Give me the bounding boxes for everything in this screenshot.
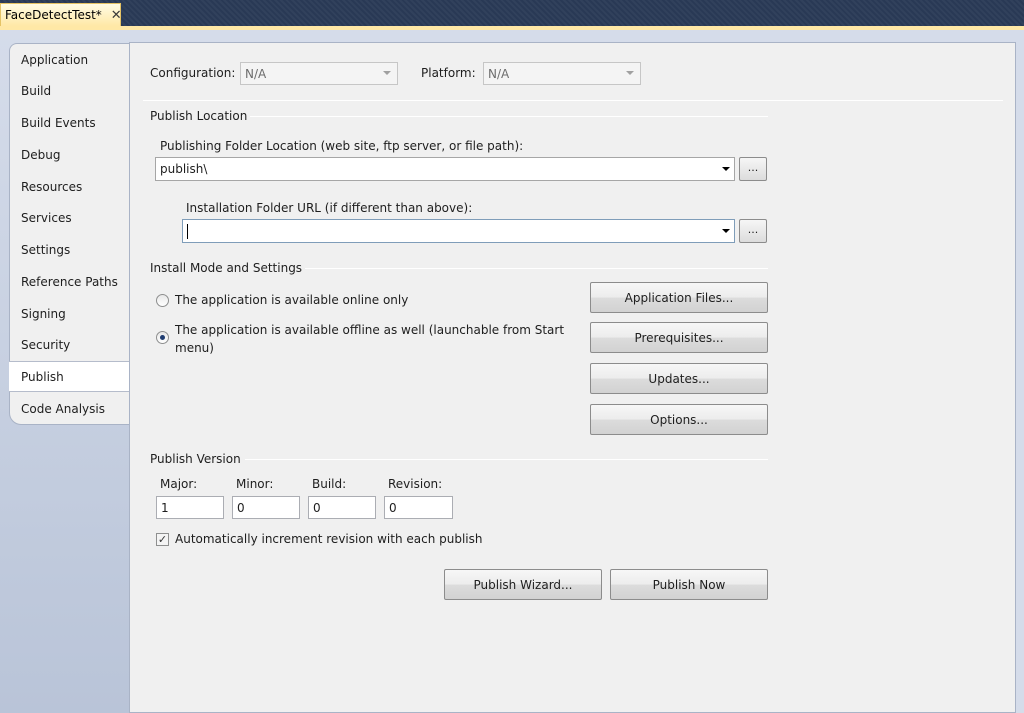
sidebar-item-debug[interactable]: Debug <box>9 139 132 170</box>
sidebar-item-label: Resources <box>21 179 83 194</box>
configuration-value: N/A <box>245 66 267 81</box>
build-value: 0 <box>313 500 321 515</box>
sidebar-item-build-events[interactable]: Build Events <box>9 107 132 138</box>
major-label: Major: <box>160 477 198 491</box>
revision-value: 0 <box>389 500 397 515</box>
platform-label: Platform: <box>421 66 476 80</box>
installation-folder-input[interactable] <box>182 219 735 243</box>
sidebar-item-settings[interactable]: Settings <box>9 234 132 265</box>
major-value: 1 <box>161 500 169 515</box>
publish-location-title: Publish Location <box>150 109 248 123</box>
sidebar-item-label: Security <box>21 337 71 352</box>
sidebar-item-resources[interactable]: Resources <box>9 171 132 202</box>
close-icon[interactable]: ✕ <box>111 9 122 22</box>
sidebar-item-label: Build Events <box>21 115 96 130</box>
publishing-folder-value: publish\ <box>160 162 208 176</box>
offline-label: The application is available offline as … <box>175 323 565 355</box>
online-only-radio[interactable] <box>156 294 169 307</box>
sidebar-item-label: Application <box>21 52 89 67</box>
options-button[interactable]: Options... <box>590 404 768 435</box>
sidebar-item-label: Debug <box>21 147 61 162</box>
sidebar-item-security[interactable]: Security <box>9 329 132 360</box>
sidebar-item-signing[interactable]: Signing <box>9 298 132 329</box>
chevron-down-icon[interactable] <box>722 167 730 171</box>
chevron-down-icon <box>626 71 634 75</box>
sidebar-item-application[interactable]: Application <box>9 44 132 75</box>
auto-increment-label: Automatically increment revision with ea… <box>175 532 483 546</box>
chevron-down-icon <box>383 71 391 75</box>
document-tab-title: FaceDetectTest* <box>5 8 102 22</box>
divider <box>143 100 1003 101</box>
prerequisites-button[interactable]: Prerequisites... <box>590 322 768 353</box>
build-label: Build: <box>312 477 347 491</box>
sidebar-item-build[interactable]: Build <box>9 75 132 106</box>
sidebar-item-label: Code Analysis <box>21 401 105 416</box>
sidebar-item-reference-paths[interactable]: Reference Paths <box>9 266 132 297</box>
group-divider <box>245 459 768 460</box>
minor-value: 0 <box>237 500 245 515</box>
publish-wizard-button[interactable]: Publish Wizard... <box>444 569 602 600</box>
offline-radio[interactable] <box>156 331 169 344</box>
browse-install-folder-button[interactable]: ... <box>739 219 767 243</box>
installation-folder-label: Installation Folder URL (if different th… <box>186 201 473 215</box>
sidebar-item-label: Reference Paths <box>21 274 118 289</box>
install-mode-title: Install Mode and Settings <box>150 261 303 275</box>
publish-now-button[interactable]: Publish Now <box>610 569 768 600</box>
configuration-label: Configuration: <box>150 66 236 80</box>
frame-right <box>1016 30 1024 713</box>
publishing-folder-input[interactable]: publish\ <box>155 157 735 181</box>
check-icon: ✓ <box>157 533 168 546</box>
build-input[interactable]: 0 <box>308 496 376 519</box>
sidebar-item-label: Services <box>21 210 72 225</box>
sidebar-item-label: Settings <box>21 242 71 257</box>
group-divider <box>250 116 768 117</box>
revision-input[interactable]: 0 <box>384 496 453 519</box>
sidebar-item-code-analysis[interactable]: Code Analysis <box>9 393 132 424</box>
platform-value: N/A <box>488 66 510 81</box>
configuration-select[interactable]: N/A <box>240 62 398 85</box>
auto-increment-checkbox[interactable]: ✓ <box>156 533 169 546</box>
platform-select[interactable]: N/A <box>483 62 641 85</box>
text-caret <box>187 223 188 239</box>
group-divider <box>305 268 768 269</box>
minor-input[interactable]: 0 <box>232 496 300 519</box>
sidebar-item-label: Signing <box>21 306 66 321</box>
sidebar-item-label: Publish <box>21 369 64 384</box>
updates-button[interactable]: Updates... <box>590 363 768 394</box>
revision-label: Revision: <box>388 477 443 491</box>
chevron-down-icon[interactable] <box>722 229 730 233</box>
publish-version-title: Publish Version <box>150 452 241 466</box>
title-strip <box>0 0 1024 26</box>
minor-label: Minor: <box>236 477 274 491</box>
publishing-folder-label: Publishing Folder Location (web site, ft… <box>160 139 524 153</box>
frame-top <box>130 30 1024 42</box>
application-files-button[interactable]: Application Files... <box>590 282 768 313</box>
browse-publish-folder-button[interactable]: ... <box>739 157 767 181</box>
major-input[interactable]: 1 <box>156 496 224 519</box>
sidebar-item-publish[interactable]: Publish <box>9 361 132 392</box>
sidebar-item-label: Build <box>21 83 52 98</box>
online-only-label: The application is available online only <box>175 293 409 307</box>
sidebar-item-services[interactable]: Services <box>9 202 132 233</box>
document-tab[interactable]: FaceDetectTest* ✕ <box>0 3 122 26</box>
